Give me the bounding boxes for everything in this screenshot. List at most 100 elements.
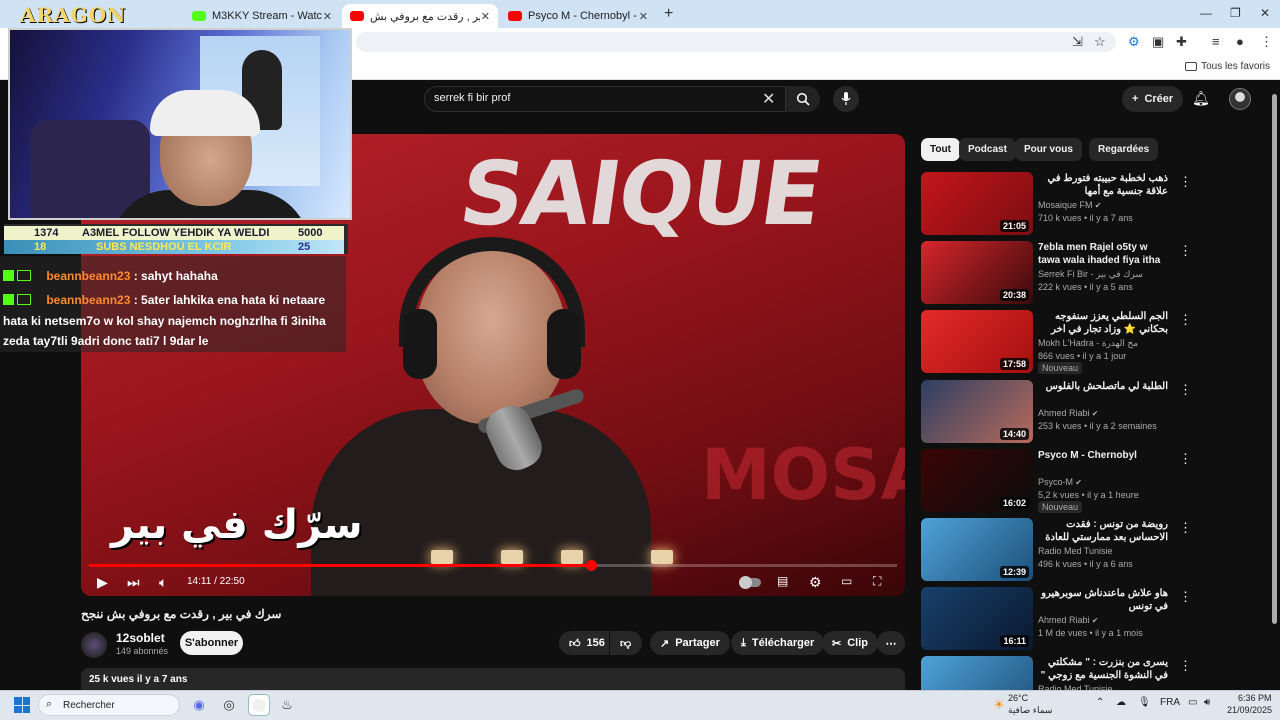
video-thumbnail[interactable]: 12:39 — [921, 518, 1033, 581]
download-button[interactable]: ⤓ Télécharger — [731, 631, 825, 655]
recommended-title[interactable]: ذهب لخطبة حبيبته فتورط في علاقة جنسية مع… — [1038, 172, 1168, 198]
window-close-icon[interactable]: ✕ — [1260, 6, 1270, 20]
more-options-icon[interactable]: ⋮ — [1179, 243, 1192, 259]
tab-current-video[interactable]: سرك في بير , رقدت مع بروفي بش ✕ — [342, 4, 498, 28]
all-bookmarks-button[interactable]: Tous les favoris — [1185, 61, 1270, 72]
windows-start-icon[interactable] — [14, 697, 30, 713]
install-icon[interactable]: ⇲ — [1072, 34, 1083, 50]
search-button[interactable] — [786, 86, 820, 112]
fullscreen-icon[interactable]: ⛶ — [873, 574, 881, 589]
recommended-title[interactable]: رويضة من تونس : فقدت الاحساس بعد ممارستي… — [1038, 518, 1168, 544]
recommended-channel[interactable]: Serrek Fi Bir - سرك في بير — [1038, 269, 1143, 280]
channel-avatar[interactable] — [81, 632, 107, 658]
account-avatar[interactable] — [1229, 88, 1251, 110]
close-icon[interactable]: ✕ — [639, 10, 648, 23]
recommended-video[interactable]: 21:05 ذهب لخطبة حبيبته فتورط في علاقة جنس… — [921, 172, 1271, 236]
extension-icon[interactable]: ⚙ — [1128, 34, 1140, 50]
recommended-channel[interactable]: Ahmed Riabi ✔ — [1038, 408, 1098, 418]
create-button[interactable]: + Créer — [1122, 86, 1184, 112]
weather-icon[interactable]: ☀ — [988, 694, 1010, 716]
recommended-title[interactable]: الطلبة لي ماتصلحش بالفلوس — [1038, 380, 1168, 393]
clip-button[interactable]: ✂ Clip — [822, 631, 878, 655]
next-icon[interactable]: ⏭︎ — [127, 574, 140, 591]
recommended-title[interactable]: الجم السلطي يعزز سنفوجه بحكاني ⭐ وزاد تج… — [1038, 310, 1168, 336]
speaker-icon[interactable]: 🔊︎ — [1204, 697, 1210, 708]
display-icon[interactable]: ▭ — [1188, 697, 1197, 708]
video-thumbnail[interactable]: 20:38 — [921, 241, 1033, 304]
scrollbar-thumb[interactable] — [1272, 94, 1277, 624]
subtitles-icon[interactable]: ▤ — [777, 574, 788, 588]
settings-gear-icon[interactable]: ⚙ — [809, 574, 822, 591]
close-icon[interactable]: ✕ — [481, 10, 490, 23]
chrome-icon[interactable]: ⬤ — [248, 694, 270, 716]
share-button[interactable]: ↗ Partager — [650, 631, 730, 655]
more-options-icon[interactable]: ⋮ — [1179, 451, 1192, 467]
maximize-icon[interactable]: ❐ — [1230, 6, 1241, 20]
dislike-button[interactable]: 👎︎ — [610, 631, 642, 655]
recommended-video[interactable]: 16:02 Psyco M - Chernobyl Psyco-M ✔ 5,2 k v… — [921, 449, 1271, 513]
recommended-title[interactable]: 7ebla men Rajel o5ty w tawa wala ihaded … — [1038, 241, 1168, 267]
recommended-channel[interactable]: Mokh L'Hadra - مخ الهدرة — [1038, 338, 1138, 349]
address-bar[interactable] — [356, 32, 1116, 52]
recommended-channel[interactable]: Radio Med Tunisie — [1038, 546, 1113, 556]
more-options-icon[interactable]: ⋮ — [1179, 520, 1192, 536]
chip-tout[interactable]: Tout — [921, 138, 960, 161]
recommended-title[interactable]: هاو علاش ماعندناش سوبرهيرو في تونس — [1038, 587, 1168, 613]
recommended-video[interactable]: 20:38 7ebla men Rajel o5ty w tawa wala ih… — [921, 241, 1271, 305]
taskbar-search[interactable]: ⌕ Rechercher — [38, 694, 180, 716]
close-icon[interactable]: ✕ — [323, 10, 332, 23]
language-indicator[interactable]: FRA — [1160, 697, 1180, 708]
onedrive-cloud-icon[interactable]: ☁ — [1116, 697, 1126, 708]
minimize-icon[interactable]: — — [1200, 6, 1212, 20]
notifications-bell-icon[interactable]: 🔔︎ — [1192, 90, 1210, 107]
recommended-video[interactable]: 16:11 هاو علاش ماعندناش سوبرهيرو في تونس A… — [921, 587, 1271, 651]
profile-icon[interactable]: ● — [1236, 34, 1244, 49]
microphone-icon[interactable]: 🎙︎ — [1138, 697, 1151, 708]
recommended-channel[interactable]: Mosaique FM ✔ — [1038, 200, 1101, 210]
show-hidden-icons-icon[interactable]: ⌃ — [1096, 697, 1104, 708]
chip-podcast[interactable]: Podcast — [959, 138, 1016, 161]
video-thumbnail[interactable]: 14:40 — [921, 380, 1033, 443]
more-actions-button[interactable]: ⋯ — [877, 631, 905, 655]
tab-psyco-m[interactable]: Psyco M - Chernobyl - YouTube ✕ — [500, 4, 656, 28]
recommended-title[interactable]: يسرى من بنزرت : " مشكلتي في النشوة الجنس… — [1038, 656, 1168, 682]
chip-pour-vous[interactable]: Pour vous — [1015, 138, 1082, 161]
recommended-channel[interactable]: Psyco-M ✔ — [1038, 477, 1082, 487]
recommended-title[interactable]: Psyco M - Chernobyl — [1038, 449, 1168, 462]
clear-search-icon[interactable]: ✕ — [762, 89, 775, 109]
chip-regardees[interactable]: Regardées — [1089, 138, 1159, 161]
more-options-icon[interactable]: ⋮ — [1179, 312, 1192, 328]
video-thumbnail[interactable]: 16:11 — [921, 587, 1033, 650]
voice-search-button[interactable] — [833, 86, 859, 112]
more-options-icon[interactable]: ⋮ — [1179, 589, 1192, 605]
autoplay-toggle[interactable] — [739, 576, 761, 589]
recommended-video[interactable]: 14:40 الطلبة لي ماتصلحش بالفلوس Ahmed Riab… — [921, 380, 1271, 444]
steam-icon[interactable]: ♨ — [276, 694, 298, 716]
description-box[interactable] — [81, 668, 905, 692]
extension-icon[interactable]: ▣ — [1152, 34, 1164, 50]
tab-m3kky-stream[interactable]: M3KKY Stream - Watch Live on ✕ — [184, 4, 340, 28]
recommended-channel[interactable]: Ahmed Riabi ✔ — [1038, 615, 1098, 625]
progress-bar[interactable] — [89, 560, 897, 571]
video-thumbnail[interactable]: 16:02 — [921, 449, 1033, 512]
recommended-video[interactable]: 12:39 رويضة من تونس : فقدت الاحساس بعد مم… — [921, 518, 1271, 582]
more-options-icon[interactable]: ⋮ — [1179, 658, 1192, 674]
media-control-icon[interactable]: ≡ — [1212, 34, 1220, 49]
play-icon[interactable]: ▶ — [97, 574, 108, 591]
menu-dots-icon[interactable]: ⋮ — [1260, 34, 1273, 50]
app-icon[interactable]: ◎ — [218, 694, 240, 716]
more-options-icon[interactable]: ⋮ — [1179, 174, 1192, 190]
recommended-video[interactable]: 17:58 الجم السلطي يعزز سنفوجه بحكاني ⭐ وز… — [921, 310, 1271, 374]
discord-icon[interactable]: ◉ — [188, 694, 210, 716]
extensions-puzzle-icon[interactable]: ✚ — [1176, 34, 1187, 50]
more-options-icon[interactable]: ⋮ — [1179, 382, 1192, 398]
channel-name[interactable]: 12soblet — [116, 631, 165, 645]
bookmark-star-icon[interactable]: ☆ — [1094, 34, 1106, 50]
subscribe-button[interactable]: S'abonner — [180, 631, 243, 655]
new-tab-icon[interactable]: + — [664, 5, 673, 23]
video-thumbnail[interactable]: 17:58 — [921, 310, 1033, 373]
like-button[interactable]: 👍︎ 156 — [559, 631, 609, 655]
theater-mode-icon[interactable]: ▭ — [841, 574, 852, 588]
video-thumbnail[interactable]: 21:05 — [921, 172, 1033, 235]
volume-icon[interactable]: 🔈︎ — [159, 574, 167, 591]
